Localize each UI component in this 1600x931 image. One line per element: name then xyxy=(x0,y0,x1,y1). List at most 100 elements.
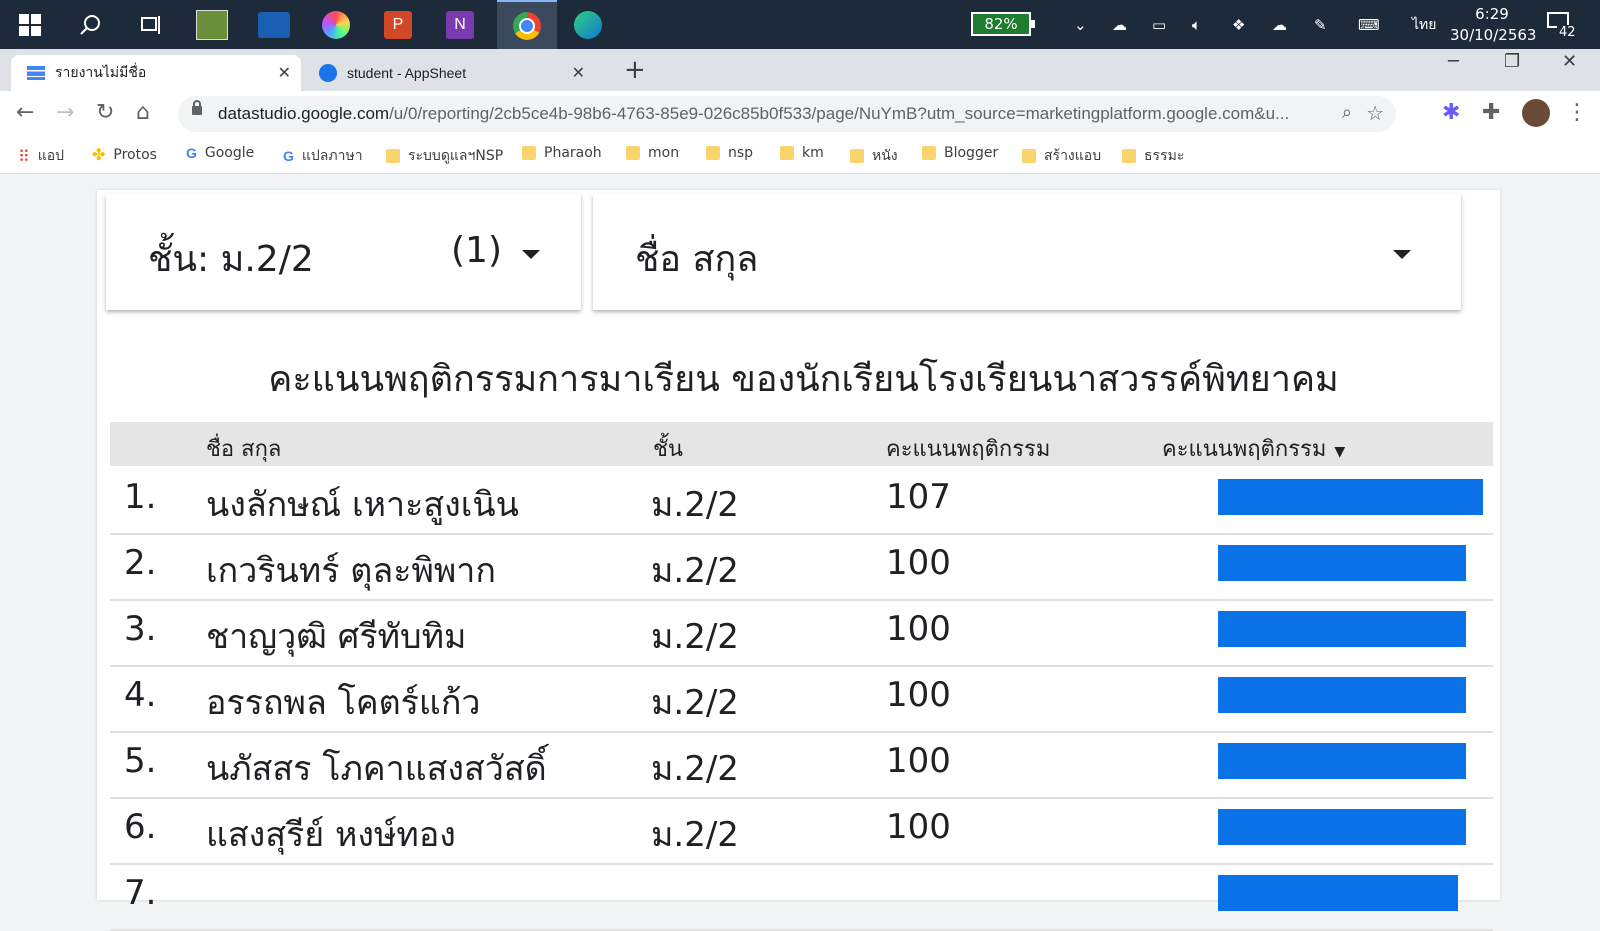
dropdown-caret-icon[interactable] xyxy=(1393,250,1411,259)
volume-icon[interactable]: 🔈︎ xyxy=(1192,0,1201,49)
bookmark-protos[interactable]: ✤ Protos xyxy=(92,145,157,164)
tab-report[interactable]: รายงานไม่มีชื่อ ✕ xyxy=(11,55,301,91)
search-icon[interactable] xyxy=(68,6,112,44)
windows-start-icon[interactable] xyxy=(8,6,52,44)
clock-time: 6:29 xyxy=(1475,5,1509,23)
cloud-upload-icon[interactable]: ☁ xyxy=(1272,0,1287,49)
close-tab-icon[interactable]: ✕ xyxy=(572,63,585,83)
bookmark-translate[interactable]: G แปลภาษา xyxy=(283,145,363,167)
score-bar xyxy=(1218,875,1458,911)
star-icon[interactable]: ☆ xyxy=(1366,101,1384,125)
bookmark-pharaoh[interactable]: Pharaoh xyxy=(522,145,602,161)
onenote-icon[interactable]: N xyxy=(438,6,482,44)
bookmark-apps[interactable]: ⠿ แอป xyxy=(18,145,64,167)
tab-appsheet[interactable]: student - AppSheet ✕ xyxy=(305,55,595,91)
minimize-icon[interactable]: ─ xyxy=(1448,51,1459,72)
folder-icon xyxy=(522,146,536,160)
onedrive-icon[interactable]: ☁ xyxy=(1112,0,1127,49)
home-icon[interactable]: ⌂ xyxy=(136,100,150,125)
chrome-icon[interactable] xyxy=(497,0,557,49)
class-filter[interactable]: ชั้น: ม.2/2 (1) xyxy=(106,194,581,310)
report-title: คะแนนพฤติกรรมการมาเรียน ของนักเรียนโรงเร… xyxy=(268,359,1339,400)
score-bar xyxy=(1218,743,1466,779)
bookmark-mon[interactable]: mon xyxy=(626,145,679,161)
table-row[interactable]: 1. นงลักษณ์ เหาะสูงเนิน ม.2/2 107 xyxy=(110,467,1493,535)
row-number: 2. xyxy=(124,543,157,583)
student-name: แสงสุรีย์ หงษ์ทอง xyxy=(206,815,456,855)
url-host: datastudio.google.com xyxy=(218,104,390,123)
class-filter-count: (1) xyxy=(451,230,502,271)
table-row[interactable]: 2. เกวรินทร์ ตุละพิพาก ม.2/2 100 xyxy=(110,533,1493,601)
reload-icon[interactable]: ↻ xyxy=(96,100,114,125)
student-class: ม.2/2 xyxy=(651,749,739,789)
powerpoint-icon[interactable]: P xyxy=(376,6,420,44)
zoom-icon[interactable]: ⌕ xyxy=(1342,102,1352,123)
url-text[interactable]: datastudio.google.com/u/0/reporting/2cb5… xyxy=(218,104,1289,124)
bookmark-blogger[interactable]: Blogger xyxy=(922,145,998,161)
column-header-name[interactable]: ชื่อ สกุล xyxy=(206,431,281,466)
apps-grid-icon: ⠿ xyxy=(18,146,30,166)
column-header-class[interactable]: ชั้น xyxy=(653,431,683,466)
pen-icon[interactable]: ✎ xyxy=(1314,0,1327,49)
clock[interactable]: 6:29 30/10/2563 xyxy=(1450,4,1536,46)
bookmark-google[interactable]: G Google xyxy=(186,145,254,161)
battery-icon[interactable]: ▭ xyxy=(1152,0,1166,49)
new-tab-icon[interactable]: + xyxy=(624,55,646,85)
column-header-score-bar[interactable]: คะแนนพฤติกรรม ▼ xyxy=(1162,431,1345,466)
score-value: 100 xyxy=(886,807,951,847)
dbook-pro-icon[interactable] xyxy=(190,6,234,44)
chevron-up-icon[interactable]: ⌄ xyxy=(1074,0,1087,49)
bookmark-km[interactable]: km xyxy=(780,145,824,161)
extensions-puzzle-icon[interactable]: ✚ xyxy=(1482,100,1500,125)
tab-title: student - AppSheet xyxy=(347,65,467,81)
notifications-icon[interactable]: 42 xyxy=(1547,12,1578,40)
bookmark-nsp[interactable]: ระบบดูแลฯNSP xyxy=(386,145,503,167)
score-bar xyxy=(1218,809,1466,845)
profile-avatar[interactable] xyxy=(1522,99,1550,127)
extension-icon[interactable]: ✱ xyxy=(1442,100,1460,125)
forward-icon[interactable]: → xyxy=(56,100,74,125)
bookmark-nsp-folder[interactable]: nsp xyxy=(706,145,753,161)
table-row[interactable]: 7. xyxy=(110,863,1493,931)
menu-icon[interactable]: ⋮ xyxy=(1566,100,1588,125)
browser-toolbar: ← → ↻ ⌂ datastudio.google.com/u/0/report… xyxy=(0,91,1600,137)
restore-icon[interactable]: ❐ xyxy=(1504,51,1520,72)
paint-icon[interactable] xyxy=(314,6,358,44)
student-name: อรรถพล โคตร์แก้ว xyxy=(206,683,481,723)
table-row[interactable]: 4. อรรถพล โคตร์แก้ว ม.2/2 100 xyxy=(110,665,1493,733)
column-header-score[interactable]: คะแนนพฤติกรรม xyxy=(886,431,1050,466)
close-window-icon[interactable]: ✕ xyxy=(1562,51,1577,72)
sort-desc-icon[interactable]: ▼ xyxy=(1334,444,1345,460)
notification-count: 42 xyxy=(1557,25,1578,40)
score-value: 100 xyxy=(886,609,951,649)
bookmark-movies[interactable]: หนัง xyxy=(850,145,898,167)
name-filter[interactable]: ชื่อ สกุล xyxy=(593,194,1461,310)
dropbox-icon[interactable]: ❖ xyxy=(1232,0,1245,49)
dropdown-caret-icon[interactable] xyxy=(522,250,540,259)
bookmark-label: Pharaoh xyxy=(544,145,602,161)
address-bar[interactable]: datastudio.google.com/u/0/reporting/2cb5… xyxy=(178,96,1396,132)
student-name: นภัสสร โภคาแสงสวัสดิ์ xyxy=(206,749,547,789)
student-class: ม.2/2 xyxy=(651,617,739,657)
battery-indicator[interactable]: 82% xyxy=(971,12,1035,36)
folder-icon xyxy=(1122,149,1136,163)
score-value: 100 xyxy=(886,675,951,715)
edge-icon[interactable] xyxy=(566,6,610,44)
tab-title: รายงานไม่มีชื่อ xyxy=(55,64,147,80)
bookmark-create-app[interactable]: สร้างแอบ xyxy=(1022,145,1101,167)
task-view-icon[interactable] xyxy=(128,6,172,44)
keyboard-icon[interactable]: ⌨ xyxy=(1358,0,1380,49)
language-indicator[interactable]: ไทย xyxy=(1412,0,1436,49)
table-row[interactable]: 6. แสงสุรีย์ หงษ์ทอง ม.2/2 100 xyxy=(110,797,1493,865)
folder-icon xyxy=(780,146,794,160)
score-value: 107 xyxy=(886,477,951,517)
bookmark-dharma[interactable]: ธรรมะ xyxy=(1122,145,1184,167)
student-name: ชาญวุฒิ ศรีทับทิม xyxy=(206,617,467,657)
folder-icon xyxy=(386,149,400,163)
table-row[interactable]: 3. ชาญวุฒิ ศรีทับทิม ม.2/2 100 xyxy=(110,599,1493,667)
whiteboard-icon[interactable] xyxy=(252,6,296,44)
row-number: 4. xyxy=(124,675,157,715)
close-tab-icon[interactable]: ✕ xyxy=(278,63,291,83)
back-icon[interactable]: ← xyxy=(16,100,34,125)
table-row[interactable]: 5. นภัสสร โภคาแสงสวัสดิ์ ม.2/2 100 xyxy=(110,731,1493,799)
